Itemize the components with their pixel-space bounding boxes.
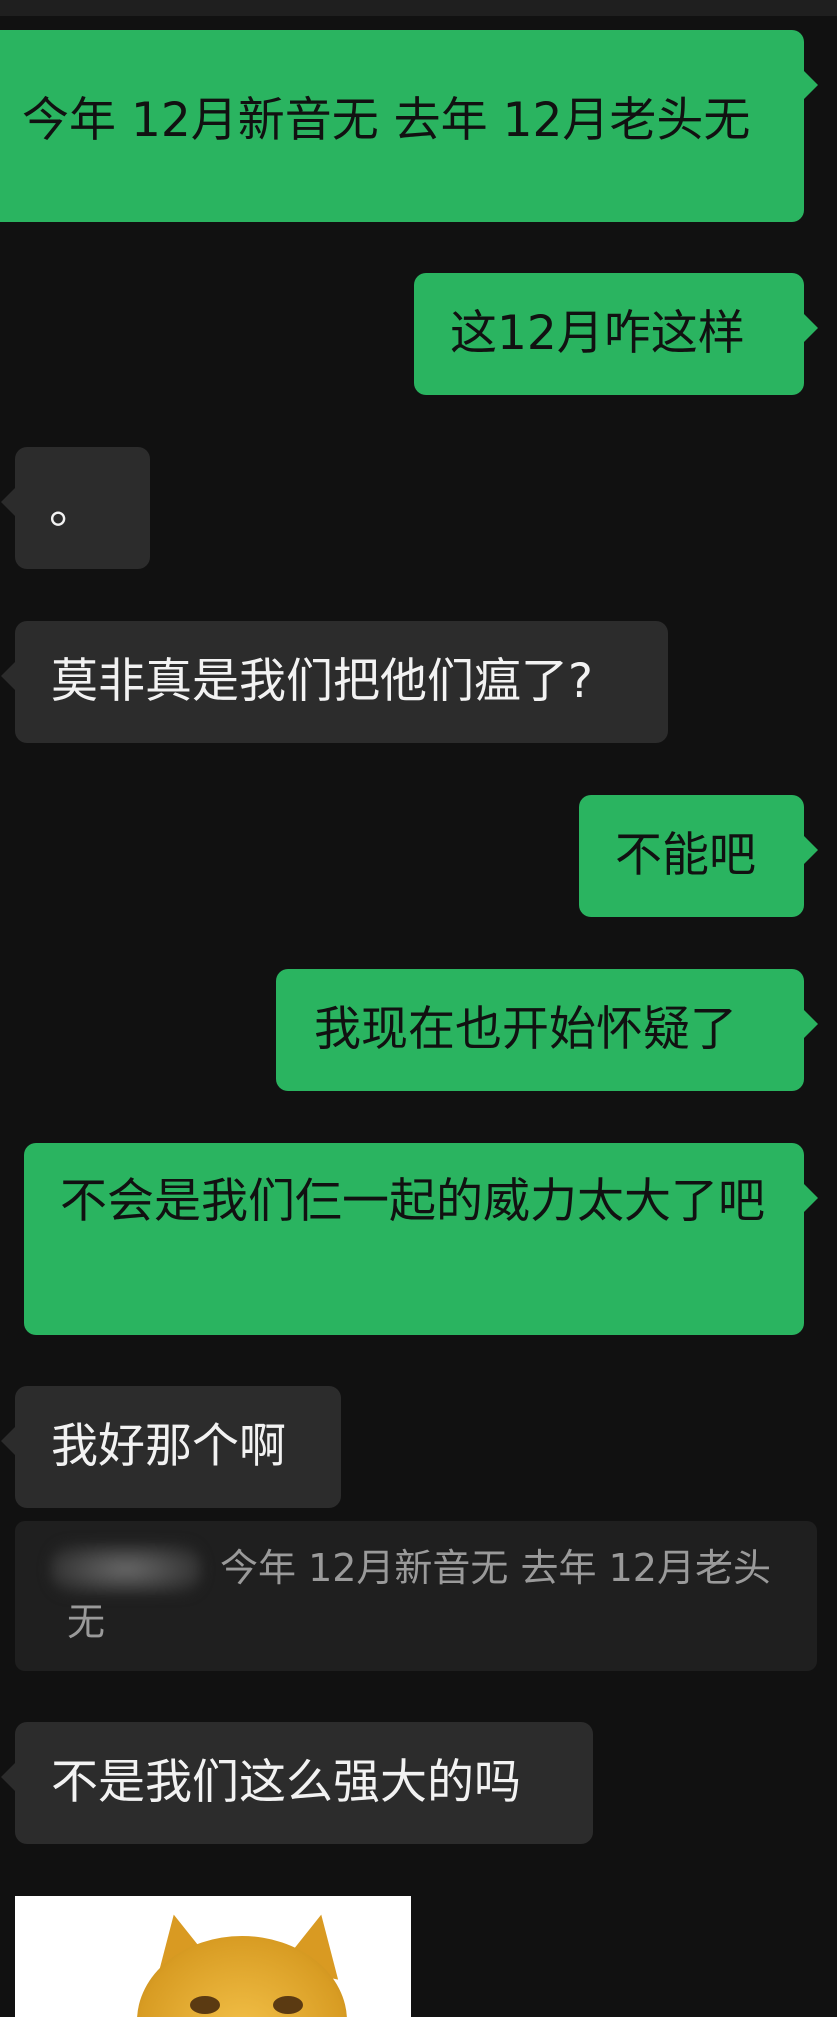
bubble-tail	[803, 313, 818, 343]
message-text: 不能吧	[615, 828, 756, 883]
quoted-reply[interactable]: 今年 12月新音无 去年 12月老头 无	[15, 1521, 817, 1671]
bubble-tail	[1, 661, 16, 691]
sticker-eye	[190, 1996, 220, 2014]
bubble-tail	[803, 1183, 818, 1213]
message-text: 我现在也开始怀疑了	[314, 1002, 737, 1057]
top-status-strip	[0, 0, 837, 16]
message-bubble-sent[interactable]: 这12月咋这样	[414, 273, 818, 395]
bubble-tail	[1, 487, 16, 517]
message-bubble-sent[interactable]: 今年 12月新音无 去年 12月老头无	[0, 30, 818, 222]
message-text: 不是我们这么强大的吗	[51, 1755, 521, 1810]
message-text: 今年 12月新音无 去年 12月老头无	[22, 93, 751, 148]
message-bubble-received[interactable]: 。	[1, 447, 150, 569]
bubble-tail	[803, 1009, 818, 1039]
message-bubble-received[interactable]: 我好那个啊	[1, 1386, 341, 1508]
message-text: 不会是我们仨一起的威力太大了吧	[60, 1174, 765, 1229]
quoted-text-line1: 今年 12月新音无 去年 12月老头	[220, 1546, 771, 1590]
bubble-tail	[803, 70, 818, 100]
message-bubble-sent[interactable]: 不会是我们仨一起的威力太大了吧	[24, 1143, 818, 1335]
message-text: 。	[49, 480, 96, 535]
message-bubble-received[interactable]: 不是我们这么强大的吗	[1, 1722, 593, 1844]
doge-sticker-image[interactable]	[15, 1896, 411, 2017]
message-text: 我好那个啊	[51, 1419, 286, 1474]
message-text: 这12月咋这样	[450, 306, 745, 361]
bubble-tail	[803, 835, 818, 865]
bubble-tail	[1, 1426, 16, 1456]
message-bubble-sent[interactable]: 我现在也开始怀疑了	[276, 969, 818, 1091]
sticker-eye	[273, 1996, 303, 2014]
bubble-tail	[1, 1762, 16, 1792]
message-bubble-received[interactable]: 莫非真是我们把他们瘟了?	[1, 621, 668, 743]
message-bubble-sent[interactable]: 不能吧	[579, 795, 818, 917]
quoted-text-line2: 无	[67, 1600, 106, 1644]
message-text: 莫非真是我们把他们瘟了?	[51, 654, 593, 709]
blurred-sender-name	[51, 1545, 201, 1593]
